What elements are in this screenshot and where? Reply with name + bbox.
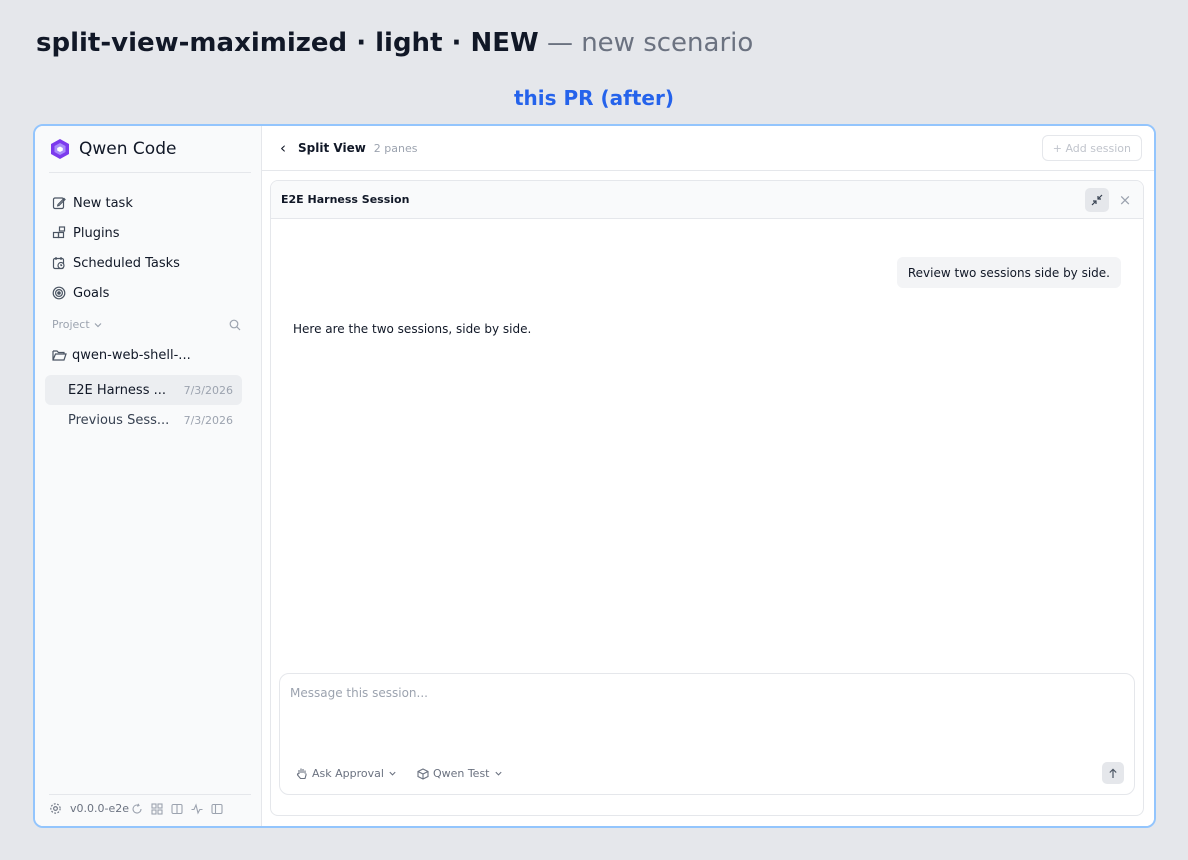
session-title: E2E Harness ...	[68, 382, 167, 398]
sidebar-footer: v0.0.0-e2e	[49, 802, 231, 815]
hand-icon	[296, 767, 308, 780]
nav-label: New task	[73, 195, 133, 211]
main-content: ‹ Split View 2 panes + Add session E2E H…	[262, 126, 1154, 826]
variant-caption: this PR (after)	[513, 86, 674, 110]
session-item-active[interactable]: E2E Harness ... 7/3/2026	[45, 375, 242, 405]
chevron-down-icon	[388, 769, 397, 778]
chevron-down-icon	[494, 769, 503, 778]
scenario-subtitle: — new scenario	[546, 28, 754, 58]
session-item[interactable]: Previous Sess... 7/3/2026	[45, 405, 242, 435]
target-icon	[51, 285, 67, 301]
activity-icon[interactable]	[191, 802, 203, 815]
pane-title: E2E Harness Session	[281, 193, 410, 206]
restore-pane-button[interactable]	[1085, 188, 1109, 212]
brand-divider	[49, 172, 251, 173]
plugins-icon	[51, 225, 67, 241]
message-composer: Ask Approval Qwen Test	[279, 673, 1135, 795]
scenario-title: split-view-maximized · light · NEW	[36, 28, 539, 58]
close-pane-icon[interactable]: ×	[1117, 191, 1133, 209]
qwen-logo-icon	[51, 139, 69, 159]
add-session-button[interactable]: + Add session	[1041, 135, 1142, 161]
pane-header: E2E Harness Session ×	[271, 181, 1143, 219]
split-view-topbar: ‹ Split View 2 panes + Add session	[262, 126, 1154, 171]
model-label: Qwen Test	[432, 767, 490, 780]
sidebar-toggle-icon[interactable]	[211, 803, 223, 815]
model-dropdown[interactable]: Qwen Test	[417, 767, 503, 780]
nav-label: Goals	[73, 285, 110, 301]
approval-mode-label: Ask Approval	[312, 767, 384, 780]
user-message-text: Review two sessions side by side.	[907, 265, 1110, 280]
folder-name: qwen-web-shell-...	[72, 348, 191, 363]
grid-icon[interactable]	[151, 802, 163, 815]
session-date: 7/3/2026	[183, 413, 233, 427]
calendar-clock-icon	[51, 255, 67, 271]
refresh-icon[interactable]	[131, 803, 143, 815]
settings-gear-icon[interactable]	[49, 802, 62, 815]
pane-actions: ×	[1085, 188, 1133, 212]
footer-divider	[49, 794, 251, 795]
split-view-title: Split View	[298, 141, 366, 155]
assistant-message-text: Here are the two sessions, side by side.	[293, 322, 532, 336]
chevron-down-icon	[94, 322, 102, 327]
scenario-heading: split-view-maximized · light · NEW — new…	[36, 28, 753, 58]
sidebar-nav: New task Plugins Scheduled Tasks Goals	[51, 188, 180, 308]
cube-icon	[417, 767, 429, 780]
brand-name: Qwen Code	[79, 139, 177, 159]
minimize-arrows-icon	[1091, 194, 1103, 206]
nav-label: Plugins	[73, 225, 120, 241]
user-message-bubble: Review two sessions side by side.	[896, 257, 1121, 288]
project-folder[interactable]: qwen-web-shell-...	[52, 348, 191, 363]
session-date: 7/3/2026	[183, 383, 233, 397]
nav-scheduled-tasks[interactable]: Scheduled Tasks	[51, 248, 180, 278]
nav-plugins[interactable]: Plugins	[51, 218, 180, 248]
nav-new-task[interactable]: New task	[51, 188, 180, 218]
app-window: Qwen Code New task Plugins Scheduled Tas…	[33, 124, 1156, 828]
project-label: Project	[52, 318, 90, 331]
arrow-up-icon	[1109, 767, 1117, 778]
send-button[interactable]	[1102, 762, 1124, 784]
brand[interactable]: Qwen Code	[49, 138, 176, 160]
nav-label: Scheduled Tasks	[73, 255, 180, 271]
nav-goals[interactable]: Goals	[51, 278, 180, 308]
approval-mode-dropdown[interactable]: Ask Approval	[296, 767, 397, 780]
project-dropdown[interactable]: Project	[52, 318, 103, 331]
session-pane: E2E Harness Session × Review two session…	[270, 180, 1144, 816]
project-section-header: Project	[52, 318, 241, 331]
search-icon[interactable]	[229, 319, 241, 331]
message-input[interactable]	[290, 686, 1124, 736]
edit-icon	[51, 195, 67, 211]
pane-count: 2 panes	[373, 141, 418, 155]
session-title: Previous Sess...	[68, 412, 170, 428]
version-label: v0.0.0-e2e	[70, 802, 130, 815]
split-view-icon[interactable]	[171, 803, 183, 815]
sidebar: Qwen Code New task Plugins Scheduled Tas…	[35, 126, 262, 826]
composer-tools: Ask Approval Qwen Test	[296, 767, 523, 780]
back-chevron-icon[interactable]: ‹	[280, 139, 286, 157]
folder-open-icon	[52, 349, 67, 362]
